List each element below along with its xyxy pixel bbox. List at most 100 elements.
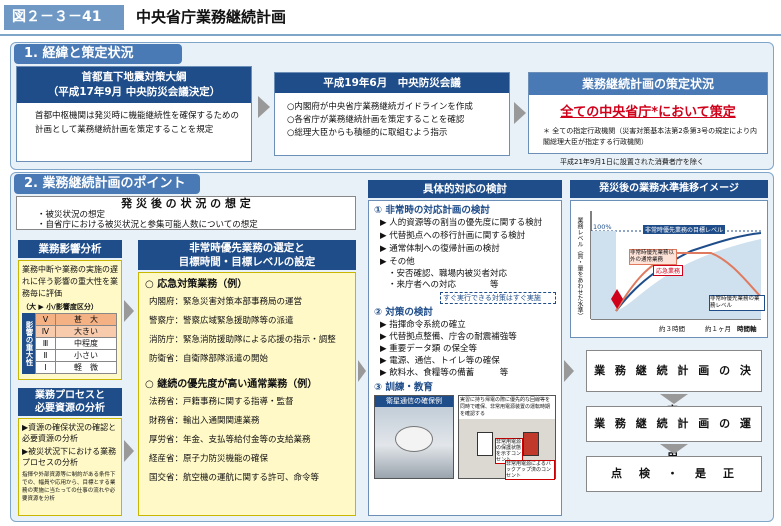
figure-label: 図２－３－41 — [4, 5, 124, 30]
arrow-down-icon — [660, 444, 688, 454]
select-box: ○ 応急対策業務（例） 内閣府：緊急災害対策本部事務局の運営 警察庁：警察広域緊… — [138, 272, 356, 516]
normal-item: 経産省：原子力防災機能の確保 — [149, 454, 269, 464]
impact-box: 業務中断や業務の実施の遅れに伴う影響の重大性を業務毎に評価 （大 ▶ 小/影響度… — [18, 260, 122, 380]
plan-title: ① 非常時の対応計画の検討 — [374, 205, 490, 216]
outlet-icon — [477, 432, 493, 456]
graph-x-tick: 約１ヶ月 — [705, 325, 731, 333]
measures-box: ① 非常時の対応計画の検討 ▶ 人的資源等の割当の優先度に関する検討 ▶ 代替拠… — [368, 200, 562, 516]
inspection-box: 点 検 ・ 是 正 — [586, 456, 762, 492]
emergency-item: 内閣府：緊急災害対策本部事務局の運営 — [149, 297, 303, 307]
satellite-photo-caption: 衛星通信の確保例 — [375, 396, 453, 407]
normal-item: 法務省：戸籍事務に関する指導・監督 — [149, 397, 294, 407]
emergency-item: 消防庁：緊急消防援助隊による応援の指示・調整 — [149, 335, 336, 345]
arrow-right-icon — [258, 96, 270, 118]
status-note: ＊ 全ての指定行政機関（災害対策基本法第2条第3号の規定により内閣総理大臣が指定… — [543, 127, 757, 146]
status-footnote: 平成21年9月1日に設置された消費者庁を除く — [560, 158, 704, 166]
section1-title: 1. 経緯と策定状況 — [14, 44, 182, 64]
normal-item: 国交省：航空機の運航に関する許可、命令等 — [149, 473, 320, 483]
plan-item: ▶ 通常体制への復帰計画の検討 — [380, 244, 500, 254]
cdm-item: ○総理大臣からも積極的に取組むよう指示 — [287, 128, 448, 138]
outline-box: 首都直下地震対策大綱 （平成17年9月 中央防災会議決定） 首都中枢機関は発災時… — [16, 66, 252, 162]
level-num: Ⅳ — [35, 325, 56, 338]
assumption-item: ・被災状況の想定 — [37, 210, 106, 220]
arrow-right-icon — [564, 360, 574, 382]
normal-item: 財務省：輸出入通関関連業務 — [149, 416, 260, 426]
level-label: 軽 微 — [55, 361, 117, 374]
level-label: 小さい — [55, 349, 117, 362]
outlet-photo-note: 実習に持ち帰電の際に優先的な回線等を同時で確保、非常用電源装置の運転時期を確認す… — [459, 396, 555, 419]
level-num: Ⅱ — [35, 349, 56, 362]
satellite-dish-icon — [395, 426, 433, 452]
status-title: 業務継続計画の策定状況 — [529, 73, 767, 95]
graph-target-label: 非常時優先業務の目標レベル — [643, 225, 726, 234]
measures-title: 具体的対応の検討 — [368, 180, 562, 198]
outlet-caption: 非常用電源によるバックアップ済のコンセント — [505, 460, 555, 480]
assumption-title: 発 災 後 の 状 況 の 想 定 — [121, 197, 251, 210]
impact-side-label: 影響の重大性 — [22, 313, 35, 374]
process-title: 業務プロセスと 必要資源の分析 — [18, 388, 122, 416]
outlet-photo: 実習に持ち帰電の際に優先的な回線等を同時で確保、非常用電源装置の運転時期を確認す… — [458, 395, 556, 480]
impact-level-table: Ⅴ甚 大 Ⅳ 大きい Ⅲ 中程度 Ⅱ 小さい Ⅰ軽 微 — [35, 313, 117, 374]
plan-item: ▶ その他 — [380, 257, 415, 267]
graph-ylabel: 業務レベル（質・量をあわせた水準） — [576, 217, 583, 319]
plan-item: ・来庁者への対応 等 — [388, 280, 499, 290]
level-label: 大きい — [55, 325, 117, 338]
plan-item: ▶ 人的資源等の割当の優先度に関する検討 — [380, 218, 543, 228]
level-label: 甚 大 — [55, 313, 117, 326]
emergency-item: 警察庁：警察広域緊急援助隊等の派遣 — [149, 316, 294, 326]
level-num: Ⅰ — [35, 361, 56, 374]
impact-table-title: （大 ▶ 小/影響度区分） — [22, 303, 98, 311]
cdm-item: ○内閣府が中央省庁業務継続ガイドラインを作成 — [287, 102, 473, 112]
section2-title: 2. 業務継続計画のポイント — [14, 174, 200, 194]
outline-body: 首都中枢機関は発災時に機能継続性を確保するための計画として業務継続計画を策定する… — [35, 111, 240, 135]
page-title: 中央省庁業務継続計画 — [136, 8, 287, 26]
measure-item: ▶ 飲料水、食糧等の備蓄 等 — [380, 368, 509, 378]
assumption-box: 発 災 後 の 状 況 の 想 定 ・被災状況の想定 ・自省庁における被災状況と… — [16, 196, 356, 230]
status-box: 業務継続計画の策定状況 全ての中央省庁*において策定 ＊ 全ての指定行政機関（災… — [528, 72, 768, 154]
normal-item: 厚労省：年金、支払等給付金等の支給業務 — [149, 435, 311, 445]
graph-x-tick: 約３時間 — [659, 325, 685, 333]
emergency-item: 防衛省：自衛隊部隊派遣の開始 — [149, 354, 269, 364]
graph-normal-label: 非常時優先業務以外の通常業務 — [629, 249, 677, 265]
cdm-item: ○各省庁が業務継続計画を策定することを確認 — [287, 115, 465, 125]
measure-title: ② 対策の検討 — [374, 307, 433, 318]
arrow-right-icon — [124, 300, 134, 322]
graph-100: 100% — [593, 223, 612, 231]
impact-title: 業務影響分析 — [18, 240, 122, 258]
level-label: 中程度 — [55, 337, 117, 350]
plan-note: すぐ実行できる対策はすぐ実施 — [440, 292, 556, 304]
arrow-right-icon — [124, 440, 134, 462]
measure-item: ▶ 代替拠点整備、庁舎の耐震補強等 — [380, 332, 517, 342]
graph-title: 発災後の業務水準推移イメージ — [570, 180, 768, 198]
plan-item: ・安否確認、職場内被災者対応 — [388, 269, 508, 279]
normal-title: ○ 継続の優先度が高い通常業務（例） — [145, 379, 318, 390]
select-title-line1: 非常時優先業務の選定と — [189, 242, 305, 254]
level-num: Ⅴ — [35, 313, 56, 326]
outline-title-line2: （平成17年9月 中央防災会議決定） — [47, 86, 221, 98]
arrow-right-icon — [514, 102, 526, 124]
process-title-line1: 業務プロセスと — [35, 390, 105, 401]
graph-box: 業務レベル（質・量をあわせた水準） 100% 非常時優先業務の目標レベル 応急業… — [570, 200, 768, 338]
level-num: Ⅲ — [35, 337, 56, 350]
outlet-icon — [523, 432, 539, 456]
graph-emergency-label: 応急業務 — [653, 265, 684, 276]
graph-x-axis-label: 時間軸 — [737, 325, 757, 333]
assumption-item: ・自省庁における被災状況と参集可能人数についての想定 — [37, 220, 258, 230]
select-title: 非常時優先業務の選定と 目標時間・目標レベルの設定 — [138, 240, 356, 270]
impact-body: 業務中断や業務の実施の遅れに伴う影響の重大性を業務毎に評価 — [22, 265, 118, 298]
arrow-down-icon — [660, 394, 688, 404]
emergency-title: ○ 応急対策業務（例） — [145, 279, 248, 290]
process-title-line2: 必要資源の分析 — [35, 403, 105, 414]
graph-priority-label: 非常時優先業務の業務レベル — [709, 295, 765, 311]
cdm-box: 平成19年6月 中央防災会議 ○内閣府が中央省庁業務継続ガイドラインを作成 ○各… — [274, 72, 510, 156]
training-title: ③ 訓練・教育 — [374, 382, 433, 393]
status-highlight: 全ての中央省庁*において策定 — [560, 105, 736, 120]
process-note: 指揮や外部資源等に制約がある条件下での、幅員や応用から、目標とする業務の実施に当… — [22, 472, 116, 502]
measure-item: ▶ 重要データ類 の保全等 — [380, 344, 477, 354]
satellite-photo: 衛星通信の確保例 — [374, 395, 454, 479]
measure-item: ▶ 電源、通信、トイレ等の確保 — [380, 356, 500, 366]
process-item: ▶被災状況下における業務プロセスの分析 — [22, 447, 117, 467]
measure-item: ▶ 指揮命令系統の確立 — [380, 320, 466, 330]
plan-operation-box: 業 務 継 続 計 画 の 運 用 — [586, 406, 762, 464]
cdm-title: 平成19年6月 中央防災会議 — [275, 73, 509, 93]
